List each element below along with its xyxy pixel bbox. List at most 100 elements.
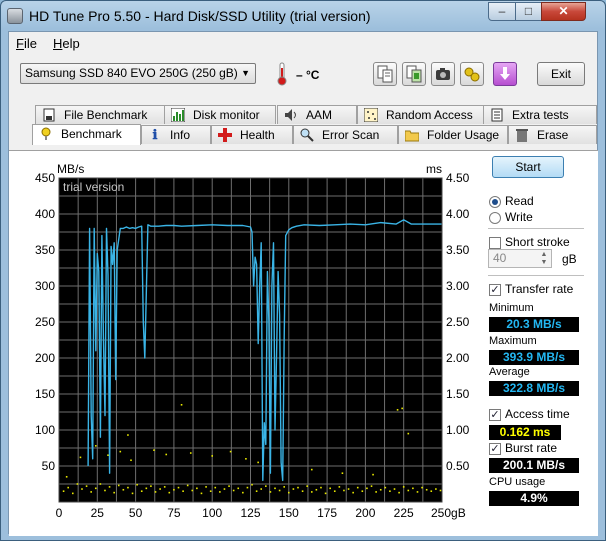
access-time-point bbox=[310, 468, 313, 471]
access-time-point bbox=[274, 487, 276, 490]
access-time-point bbox=[416, 491, 419, 493]
burst-rate-label: Burst rate bbox=[505, 441, 558, 455]
x-tick-label: 75 bbox=[167, 506, 181, 520]
access-time-point bbox=[260, 488, 263, 490]
save-button[interactable] bbox=[493, 62, 517, 86]
drive-dropdown[interactable]: Samsung SSD 840 EVO 250G (250 gB) ▼ bbox=[20, 63, 256, 84]
screenshot-button[interactable] bbox=[431, 62, 455, 86]
access-time-point bbox=[232, 489, 235, 492]
health-cross-icon bbox=[218, 128, 232, 142]
exit-button[interactable]: Exit bbox=[537, 62, 585, 86]
menu-file-hotkey: F bbox=[16, 36, 24, 51]
spin-down-icon[interactable]: ▼ bbox=[537, 259, 551, 267]
access-time-point bbox=[182, 490, 184, 492]
folder-icon bbox=[404, 128, 420, 142]
options-button[interactable] bbox=[460, 62, 484, 86]
short-stroke-checkbox[interactable] bbox=[489, 237, 501, 249]
left-tick-label: 50 bbox=[42, 459, 56, 473]
title-bar[interactable]: HD Tune Pro 5.50 - Hard Disk/SSD Utility… bbox=[1, 1, 605, 31]
access-time-point bbox=[269, 491, 272, 493]
tab-folder-usage[interactable]: Folder Usage bbox=[398, 125, 508, 144]
save-download-icon bbox=[494, 63, 516, 85]
menu-file[interactable]: File bbox=[16, 36, 37, 51]
access-time-point bbox=[237, 487, 240, 490]
left-tick-label: 450 bbox=[35, 171, 55, 185]
transfer-rate-checkbox[interactable]: ✓ bbox=[489, 284, 501, 296]
tab-label: Extra tests bbox=[512, 108, 569, 122]
copy-screenshot-button[interactable] bbox=[402, 62, 426, 86]
tab-health[interactable]: Health bbox=[211, 125, 293, 144]
access-time-point bbox=[119, 450, 122, 453]
access-time-point bbox=[211, 455, 213, 457]
tab-label: Erase bbox=[537, 128, 569, 142]
tab-erase[interactable]: Erase bbox=[508, 125, 597, 144]
divider bbox=[488, 228, 584, 229]
access-time-point bbox=[401, 407, 403, 410]
write-label: Write bbox=[505, 210, 533, 224]
access-time-point bbox=[180, 404, 183, 406]
tab-label: AAM bbox=[306, 108, 333, 122]
tab-benchmark[interactable]: Benchmark bbox=[32, 124, 141, 145]
access-time-point bbox=[333, 490, 336, 492]
tab-random-access[interactable]: Random Access bbox=[357, 105, 484, 124]
access-time-checkbox[interactable]: ✓ bbox=[489, 409, 501, 421]
benchmark-chart-area: trial version MB/s ms 50 100 150 200 250 300 350 4… bbox=[9, 151, 482, 536]
access-time-point bbox=[186, 484, 189, 487]
access-time-point bbox=[402, 486, 405, 488]
copy-text-button[interactable] bbox=[373, 62, 397, 86]
access-time-point bbox=[71, 492, 74, 495]
tab-extra-tests[interactable]: Extra tests bbox=[483, 105, 597, 124]
access-time-point bbox=[341, 472, 344, 474]
maximum-label: Maximum bbox=[489, 335, 537, 347]
maximize-button[interactable]: □ bbox=[515, 2, 542, 21]
access-time-point bbox=[229, 450, 232, 453]
menu-help[interactable]: Help bbox=[53, 36, 80, 51]
tab-disk-monitor[interactable]: Disk monitor bbox=[164, 105, 276, 124]
spin-up-icon[interactable]: ▲ bbox=[537, 251, 551, 259]
close-button[interactable]: ✕ bbox=[541, 2, 586, 21]
x-tick-label: 50 bbox=[129, 506, 143, 520]
x-tick-label: 0 bbox=[56, 506, 63, 520]
menu-file-label: ile bbox=[23, 36, 37, 51]
tab-label: Info bbox=[170, 128, 191, 142]
access-time-point bbox=[338, 486, 341, 488]
access-time-point bbox=[191, 489, 194, 492]
benchmark-controls: Start Read Write Short stroke 40 ▲ ▼ gB … bbox=[486, 151, 596, 536]
benchmark-panel: trial version MB/s ms 50 100 150 200 250 300 350 4… bbox=[9, 150, 598, 536]
short-stroke-unit: gB bbox=[562, 252, 577, 266]
short-stroke-input[interactable]: 40 ▲ ▼ bbox=[488, 249, 552, 268]
access-time-point bbox=[99, 483, 102, 485]
app-disk-icon bbox=[7, 8, 23, 24]
access-time-point bbox=[94, 487, 97, 490]
tab-error-scan[interactable]: Error Scan bbox=[293, 125, 398, 144]
x-tick-label: 25 bbox=[91, 506, 105, 520]
access-time-point bbox=[366, 487, 368, 490]
cpu-usage-value: 4.9% bbox=[489, 491, 579, 506]
access-time-point bbox=[257, 461, 259, 464]
minimize-button[interactable]: – bbox=[488, 2, 516, 21]
access-time-point bbox=[104, 489, 106, 492]
burst-rate-checkbox[interactable]: ✓ bbox=[489, 443, 501, 455]
left-tick-label: 300 bbox=[35, 279, 55, 293]
access-time-point bbox=[65, 476, 68, 478]
tab-info[interactable]: ℹ Info bbox=[141, 125, 211, 144]
access-time-point bbox=[283, 486, 286, 488]
right-tick-label: 4.50 bbox=[446, 171, 470, 185]
access-time-point bbox=[407, 489, 410, 492]
access-time-point bbox=[315, 488, 318, 491]
access-time-point bbox=[168, 491, 171, 494]
camera-icon bbox=[432, 63, 454, 85]
access-time-point bbox=[90, 491, 92, 493]
access-time-point bbox=[398, 491, 400, 494]
tab-aam[interactable]: AAM bbox=[277, 105, 357, 124]
access-time-point bbox=[384, 486, 387, 489]
write-radio[interactable] bbox=[489, 212, 501, 224]
read-radio[interactable] bbox=[489, 196, 501, 208]
access-time-point bbox=[412, 487, 414, 490]
access-time-point bbox=[214, 486, 217, 489]
access-time-point bbox=[324, 492, 327, 495]
checkmark-icon: ✓ bbox=[490, 409, 500, 421]
tab-file-benchmark[interactable]: File Benchmark bbox=[35, 105, 170, 124]
access-time-point bbox=[430, 490, 433, 492]
start-button[interactable]: Start bbox=[492, 156, 564, 178]
